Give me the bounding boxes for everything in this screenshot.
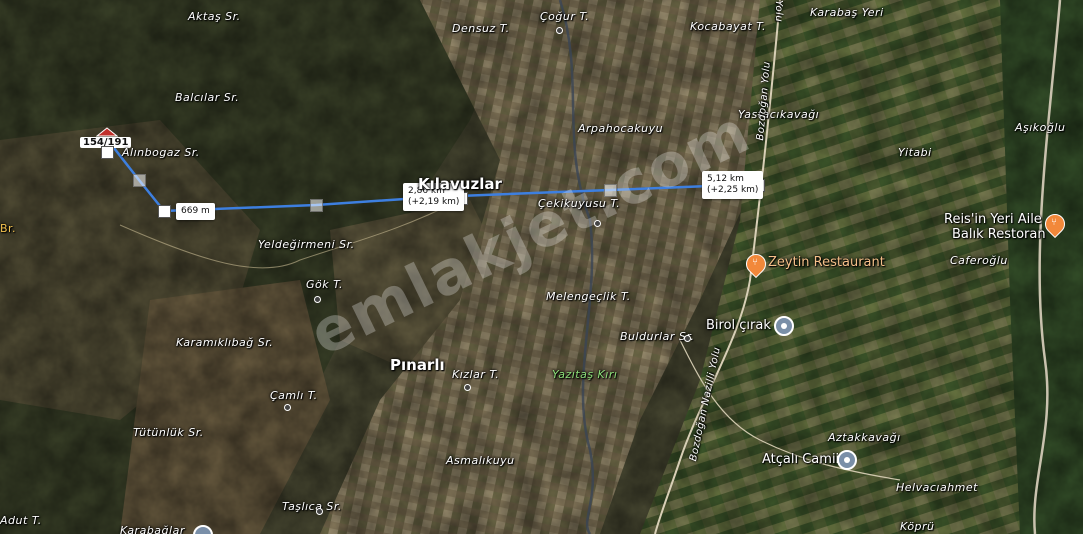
satellite-terrain — [0, 0, 1083, 534]
place-label: Tütünlük Sr. — [133, 426, 204, 439]
place-dot — [284, 404, 291, 411]
place-label: Br. — [0, 222, 17, 235]
distance-value: 5,12 km — [707, 174, 744, 184]
place-label: Yazıtaş Kırı — [552, 368, 618, 381]
distance-value: 669 m — [181, 206, 210, 216]
mosque-glyph — [844, 457, 850, 463]
route-vertex-handle[interactable] — [158, 205, 171, 218]
village-label: Pınarlı — [390, 356, 445, 374]
distance-delta: (+2,25 km) — [707, 185, 759, 195]
place-label: Çamlı T. — [270, 389, 318, 402]
poi-label[interactable]: Balık Restoran — [952, 227, 1046, 242]
road-label: Yolu — [773, 0, 784, 23]
place-label: Çoğur T. — [540, 10, 590, 23]
poi-label[interactable]: Zeytin Restaurant — [768, 255, 885, 270]
place-label: Arpahocakuyu — [578, 122, 664, 135]
place-label: Alınbogaz Sr. — [122, 146, 200, 159]
distance-label: 5,12 km (+2,25 km) — [702, 171, 764, 199]
place-label: Kızlar T. — [452, 368, 500, 381]
distance-label: 669 m — [176, 203, 215, 220]
village-label: Kılavuzlar — [418, 175, 502, 193]
place-label: Asmalıkuyu — [446, 454, 515, 467]
route-mid-handle[interactable] — [133, 174, 146, 187]
place-label: Helvacıahmet — [896, 481, 978, 494]
route-mid-handle[interactable] — [604, 184, 617, 197]
fork-knife-glyph: ⑂ — [1051, 217, 1057, 228]
route-start-handle[interactable] — [101, 146, 114, 159]
poi-label[interactable]: Atçalı Camii — [762, 452, 839, 467]
location-dot-inner — [781, 323, 787, 329]
place-label: Densuz T. — [452, 22, 510, 35]
place-label: Taşlıca Sr. — [282, 500, 342, 513]
satellite-map[interactable]: emlakjet.com 154/191 669 m 2,86 km (+2,1… — [0, 0, 1083, 534]
place-label: Balcılar Sr. — [175, 91, 240, 104]
place-label: Adut T. — [0, 514, 42, 527]
place-dot — [316, 508, 323, 515]
place-label: Caferoğlu — [950, 254, 1008, 267]
place-label: Yitabi — [898, 146, 932, 159]
poi-label[interactable]: Birol çırak — [706, 318, 771, 333]
place-label: Yastacıkavağı — [738, 108, 820, 121]
place-dot — [594, 220, 601, 227]
place-dot — [684, 335, 691, 342]
place-label: Aşıkoğlu — [1015, 121, 1066, 134]
place-label: Karamıklıbağ Sr. — [176, 336, 274, 349]
fork-knife-glyph: ⑂ — [752, 257, 758, 268]
place-label: Melengeçlik T. — [546, 290, 631, 303]
place-label: Gök T. — [306, 278, 344, 291]
place-label: Çekikuyusu T. — [538, 197, 621, 210]
place-label: Aztakkavağı — [828, 431, 901, 444]
route-mid-handle[interactable] — [310, 199, 323, 212]
place-label: Karabaş Yeri — [810, 6, 884, 19]
place-label: Köprü — [900, 520, 935, 533]
distance-delta: (+2,19 km) — [408, 197, 460, 207]
place-label: Aktaş Sr. — [188, 10, 241, 23]
place-label: Karabağlar — [120, 524, 185, 534]
poi-label[interactable]: Reis'in Yeri Aile — [944, 212, 1042, 227]
place-dot — [314, 296, 321, 303]
place-dot — [556, 27, 563, 34]
place-label: Yeldeğirmeni Sr. — [258, 238, 355, 251]
place-dot — [464, 384, 471, 391]
place-label: Kocabayat T. — [690, 20, 767, 33]
